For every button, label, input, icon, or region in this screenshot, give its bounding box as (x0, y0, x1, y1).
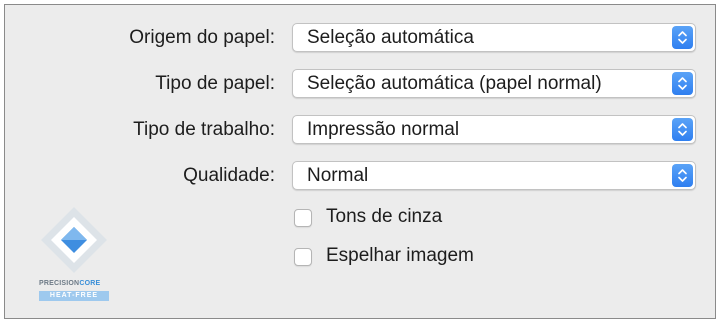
precisioncore-logo: PRECISIONCORE HEAT-FREE (39, 205, 139, 315)
job-type-label: Tipo de trabalho: (133, 119, 275, 140)
paper-type-label: Tipo de papel: (155, 73, 275, 94)
paper-source-row: Origem do papel: Seleção automática (5, 23, 715, 52)
paper-source-select[interactable]: Seleção automática (292, 23, 696, 52)
precisioncore-diamond-icon (41, 207, 107, 273)
quality-select[interactable]: Normal (292, 161, 696, 190)
paper-type-value: Seleção automática (papel normal) (307, 73, 602, 94)
logo-text-heat-free: HEAT-FREE (39, 291, 109, 301)
mirror-image-label[interactable]: Espelhar imagem (326, 245, 474, 267)
logo-text-precision: PRECISION (39, 280, 80, 287)
quality-label: Qualidade: (183, 165, 275, 186)
grayscale-checkbox[interactable] (294, 209, 312, 227)
logo-text-core: CORE (79, 280, 101, 287)
paper-type-row: Tipo de papel: Seleção automática (papel… (5, 69, 715, 98)
quality-stepper-icon[interactable] (672, 164, 693, 187)
chevron-up-down-icon (678, 31, 687, 44)
paper-type-select[interactable]: Seleção automática (papel normal) (292, 69, 696, 98)
quality-row: Qualidade: Normal (5, 161, 715, 190)
grayscale-label[interactable]: Tons de cinza (326, 206, 442, 228)
logo-text-precisioncore: PRECISIONCORE (39, 280, 100, 287)
job-type-select[interactable]: Impressão normal (292, 115, 696, 144)
mirror-image-checkbox[interactable] (294, 248, 312, 266)
quality-value: Normal (307, 165, 369, 186)
chevron-up-down-icon (678, 123, 687, 136)
paper-source-stepper-icon[interactable] (672, 26, 693, 49)
paper-source-value: Seleção automática (307, 27, 474, 48)
print-settings-panel: Origem do papel: Seleção automática Tipo… (4, 4, 716, 319)
job-type-row: Tipo de trabalho: Impressão normal (5, 115, 715, 144)
chevron-up-down-icon (678, 77, 687, 90)
job-type-stepper-icon[interactable] (672, 118, 693, 141)
job-type-value: Impressão normal (307, 119, 460, 140)
chevron-up-down-icon (678, 169, 687, 182)
paper-source-label: Origem do papel: (129, 27, 275, 48)
paper-type-stepper-icon[interactable] (672, 72, 693, 95)
